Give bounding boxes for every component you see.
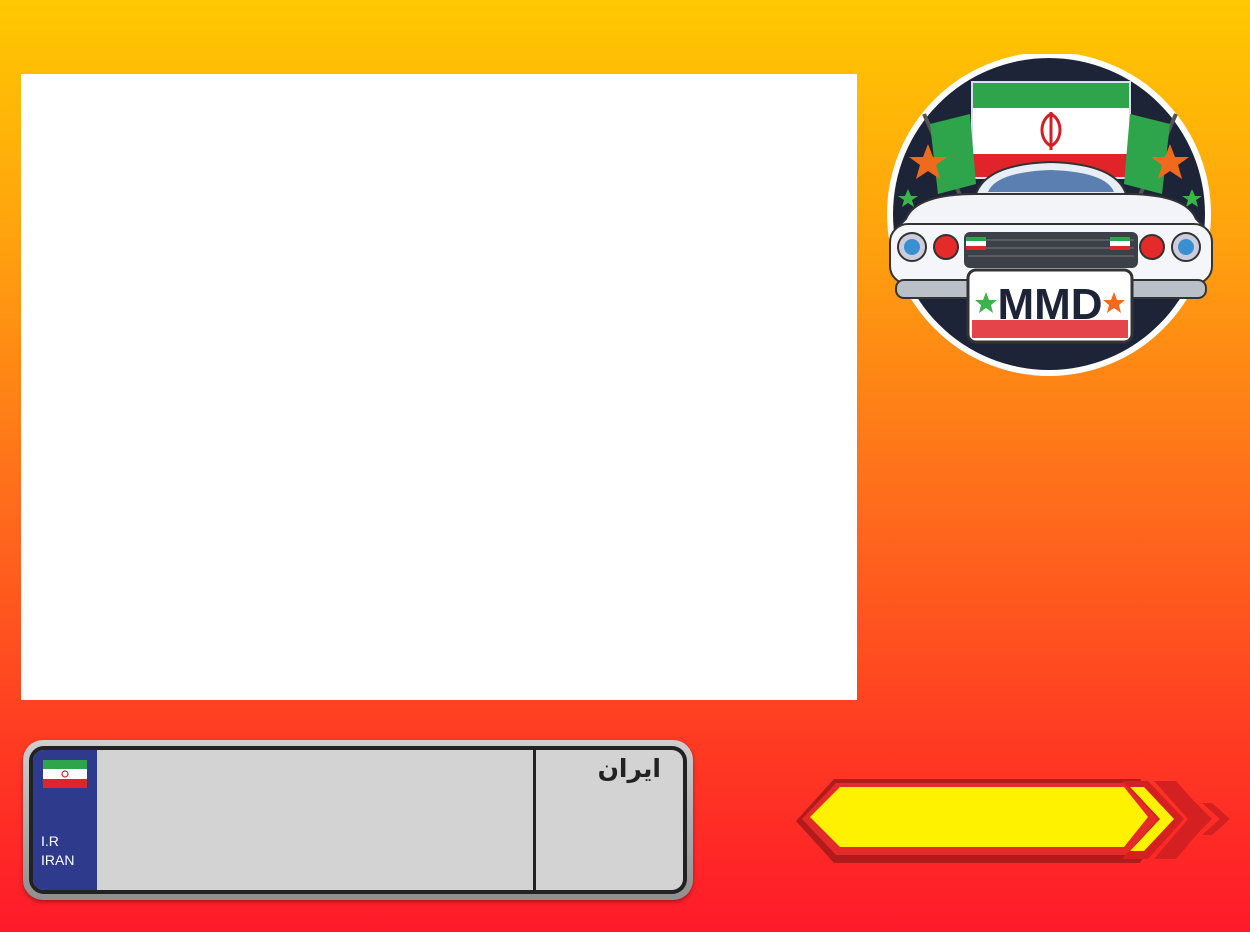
plate-country-strip: I.R IRAN [33,750,97,890]
logo-text: MMD [997,280,1102,329]
content-panel [21,74,857,700]
plate-number-field [97,750,533,890]
next-arrow-button[interactable] [792,775,1236,869]
plate-country-name: IRAN [41,852,75,868]
plate-frame: I.R IRAN ایران [29,746,687,894]
plate-country-code: I.R [41,833,59,849]
iran-flag-icon [43,760,87,788]
logo-badge: MMD [876,54,1226,384]
plate-face: I.R IRAN ایران [33,750,683,890]
license-plate: I.R IRAN ایران [23,740,693,900]
car-logo-icon: MMD [887,54,1213,376]
arrow-button-label [832,775,1132,861]
plate-region-box: ایران [536,750,683,890]
plate-region-label: ایران [597,754,661,783]
